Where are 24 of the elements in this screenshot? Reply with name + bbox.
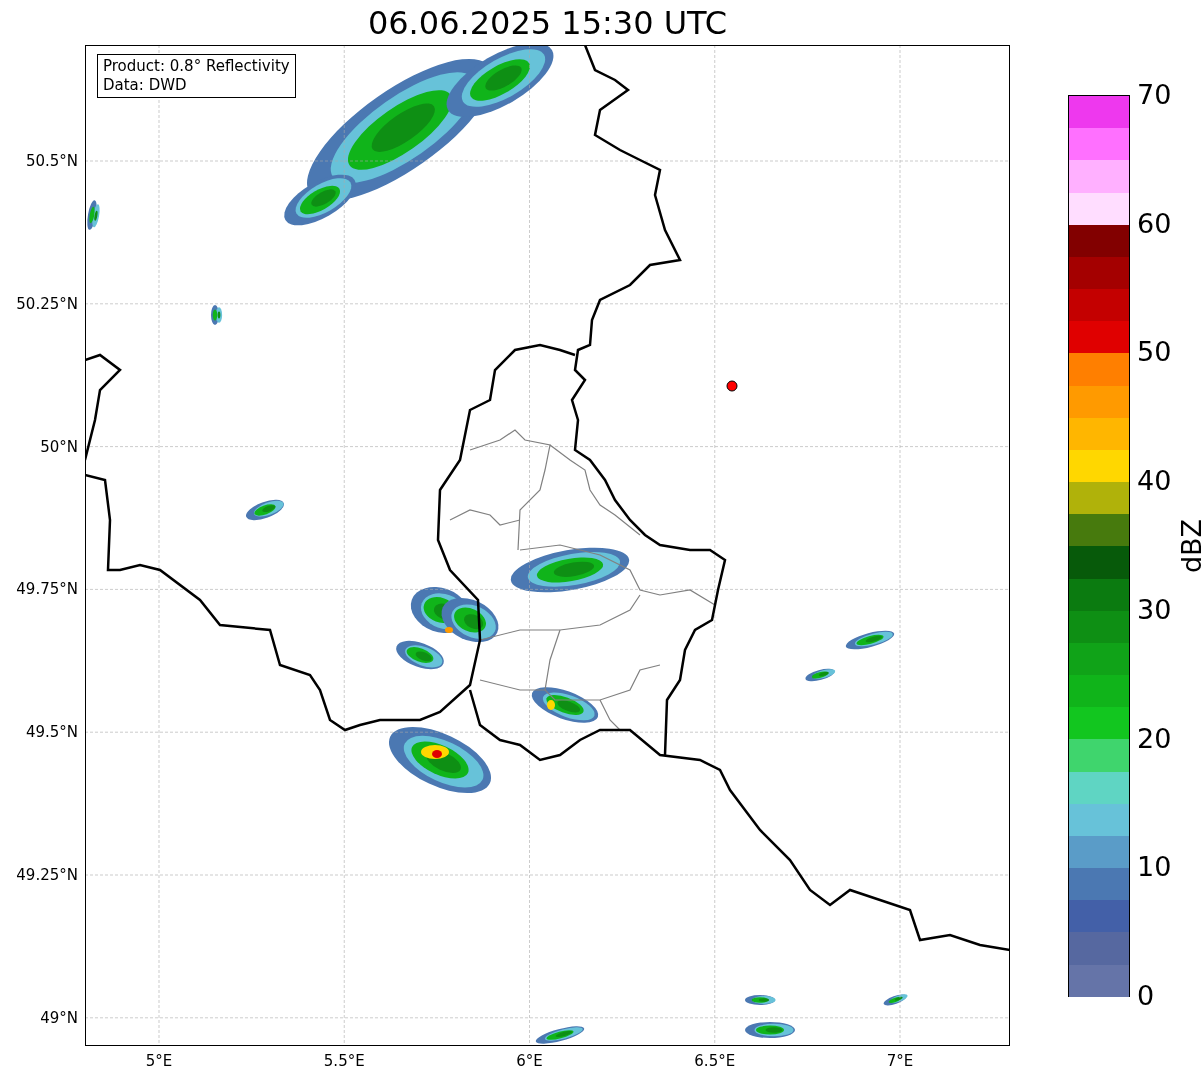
axis-tick-label: 50°N xyxy=(39,436,78,457)
axis-tick-label: 5.5°E xyxy=(322,1051,366,1071)
colorbar-tick-label: 60 xyxy=(1137,207,1172,240)
axis-tick-label: 49.75°N xyxy=(15,579,78,600)
axis-tick-label: 7°E xyxy=(885,1051,915,1071)
axis-tick-label: 49°N xyxy=(39,1007,78,1028)
chart-title: 06.06.2025 15:30 UTC xyxy=(366,3,729,43)
axis-tick-label: 6°E xyxy=(515,1051,544,1071)
axis-tick-label: 49.5°N xyxy=(24,722,78,743)
colorbar-tick-label: 20 xyxy=(1137,722,1172,755)
colorbar-tick-label: 30 xyxy=(1137,593,1172,626)
colorbar-label: dBZ xyxy=(1176,517,1202,576)
colorbar-tick-label: 40 xyxy=(1137,465,1172,498)
axis-tick-label: 50.5°N xyxy=(24,151,78,171)
colorbar-tick-label: 50 xyxy=(1137,336,1172,369)
axis-tick-label: 6.5°E xyxy=(693,1051,737,1071)
info-text: Data: DWD xyxy=(103,76,188,95)
colorbar-tick-label: 0 xyxy=(1137,980,1155,1012)
axis-tick-label: 50.25°N xyxy=(15,293,78,314)
axis-tick-label: 5°E xyxy=(144,1051,174,1071)
colorbar-tick-label: 10 xyxy=(1137,851,1172,884)
axis-tick-label: 49.25°N xyxy=(15,865,78,885)
colorbar-tick-label: 70 xyxy=(1137,79,1172,111)
info-text: Product: 0.8° Reflectivity xyxy=(103,57,290,76)
